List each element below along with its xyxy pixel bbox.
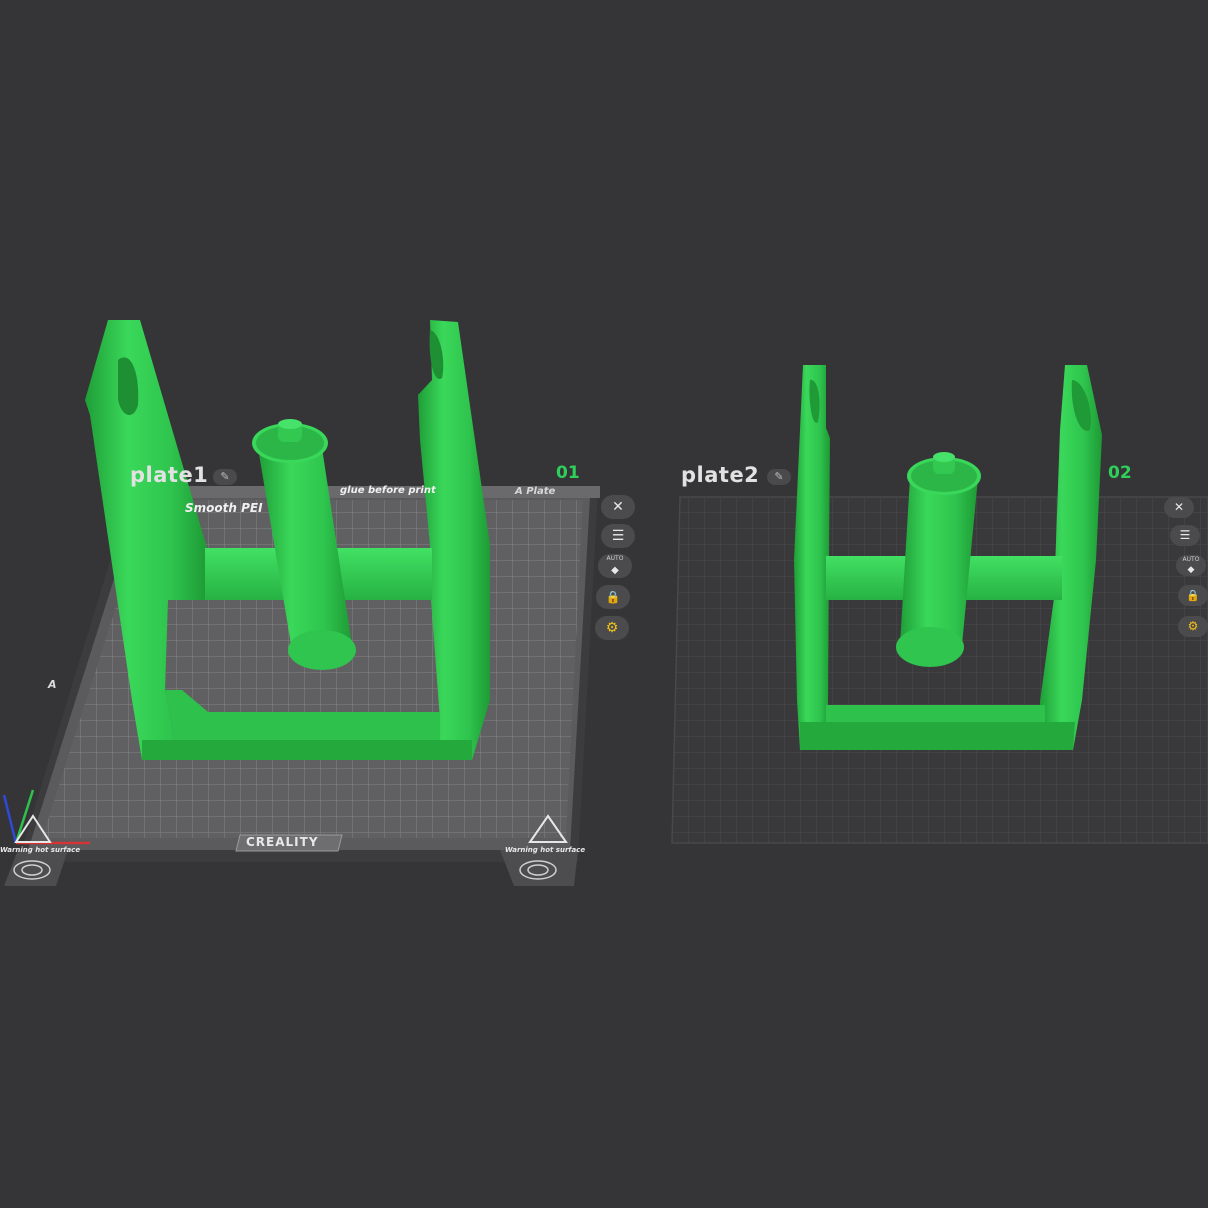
list-icon: ☰ [611,528,625,544]
lock-icon: 🔒 [605,590,621,604]
bed-plate-side: A Plate [515,486,556,497]
close-icon: ✕ [612,499,624,515]
list-icon: ☰ [1179,528,1191,542]
auto-caption: AUTO [606,555,624,562]
plate2-lock-button[interactable]: 🔒 [1178,585,1208,606]
gear-icon: ⚙ [1187,619,1199,633]
pencil-icon: ✎ [220,470,230,483]
plate2-auto-orient-button[interactable]: AUTO ◆ [1176,555,1206,576]
bed-surface-label: Smooth PEI [185,501,263,515]
plate1-close-button[interactable]: ✕ [601,495,635,519]
plate2-title[interactable]: plate2 [681,463,759,487]
plate2-arrange-button[interactable]: ☰ [1170,525,1200,546]
plate2-close-button[interactable]: ✕ [1164,497,1194,518]
plate1-auto-orient-button[interactable]: AUTO ◆ [598,554,632,578]
pencil-icon: ✎ [774,470,784,483]
lock-icon: 🔒 [1186,589,1200,602]
plate1-rename-button[interactable]: ✎ [213,469,237,485]
warning-text-left: Warning hot surface [0,846,81,854]
warning-text-right: Warning hot surface [505,846,586,854]
auto-orient-icon: ◆ [611,565,619,576]
plate2-settings-button[interactable]: ⚙ [1178,616,1208,637]
plate1-number: 01 [556,463,580,483]
auto-caption: AUTO [1182,556,1200,563]
auto-orient-icon: ◆ [1187,565,1195,575]
plate1-arrange-button[interactable]: ☰ [601,524,635,548]
plate1-settings-button[interactable]: ⚙ [595,616,629,640]
close-icon: ✕ [1173,500,1185,514]
plate1-title[interactable]: plate1 [130,463,208,487]
fingerprint-icon [13,860,557,880]
bed-brand: CREALITY [246,835,319,849]
bed-note: glue before print [340,485,436,496]
plate1-lock-button[interactable]: 🔒 [596,585,630,609]
gear-icon: ⚙ [605,620,619,636]
plate2-number: 02 [1108,463,1132,483]
bed-axis-letter: A [48,678,57,691]
plate2-rename-button[interactable]: ✎ [767,469,791,485]
